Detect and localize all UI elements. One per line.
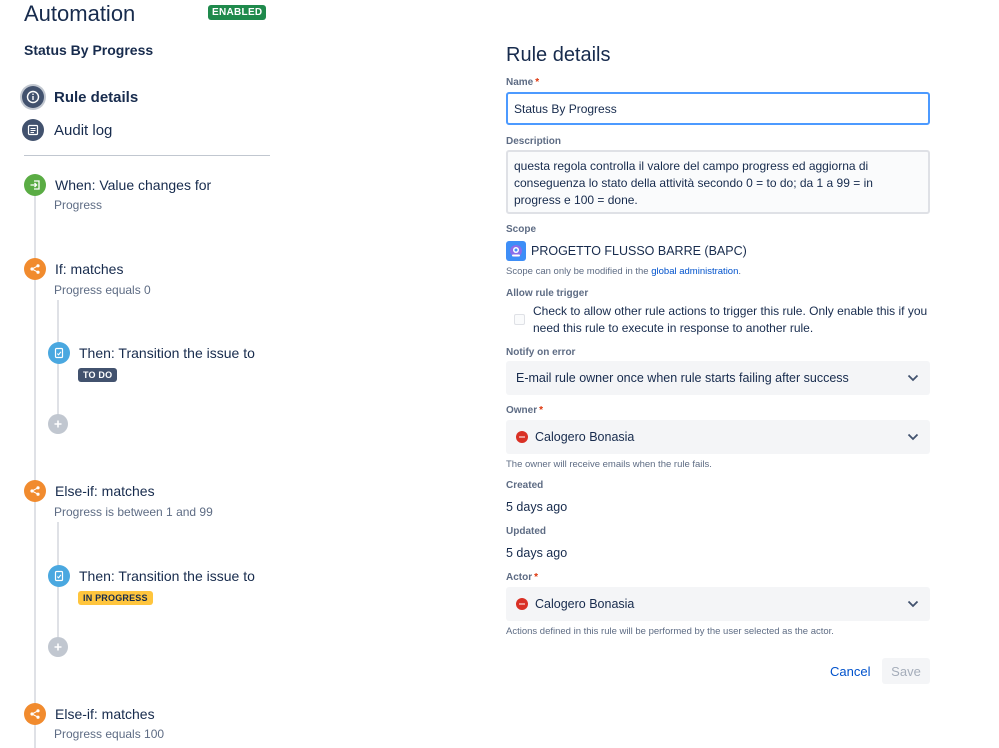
cancel-button[interactable]: Cancel [822,658,878,684]
notify-on-error-label: Notify on error [506,347,576,358]
nav-item-rule-details[interactable]: Rule details [22,85,138,109]
chevron-down-icon [906,430,920,444]
name-label: Name * [506,77,540,88]
owner-select[interactable]: Calogero Bonasia [506,420,930,454]
info-icon [22,86,44,108]
action-title[interactable]: Then: Transition the issue to [79,345,255,361]
trigger-enter-icon[interactable] [24,174,46,196]
description-label: Description [506,136,562,147]
condition-branch-icon[interactable] [24,258,46,280]
created-value: 5 days ago [506,500,568,514]
updated-label: Updated [506,526,546,537]
user-avatar [516,598,528,610]
add-action-icon[interactable] [48,637,68,657]
scope-helper-text: Scope can only be modified in the global… [506,266,742,277]
scope-label: Scope [506,224,537,235]
rule-name-input[interactable] [506,92,930,125]
nav-label: Audit log [54,121,113,139]
allow-trigger-checkbox[interactable] [514,314,525,325]
condition-branch-icon[interactable] [24,480,46,502]
condition-branch-icon[interactable] [24,703,46,725]
status-lozenge-in-progress: IN PROGRESS [78,591,153,605]
scope-project-name: PROGETTO FLUSSO BARRE (BAPC) [531,244,747,258]
status-badge: ENABLED [208,5,267,20]
trigger-subtitle: Progress [54,198,103,212]
global-administration-link[interactable]: global administration [651,266,738,277]
created-label: Created [506,480,544,491]
allow-trigger-label: Allow rule trigger [506,288,589,299]
chevron-down-icon [906,371,920,385]
app-title: Automation [24,1,136,26]
notify-selected-value: E-mail rule owner once when rule starts … [516,371,849,385]
save-button[interactable]: Save [882,658,930,684]
project-avatar-icon [506,241,526,261]
condition-title[interactable]: Else-if: matches [55,706,155,722]
user-avatar [516,431,528,443]
trigger-title[interactable]: When: Value changes for [55,177,211,193]
action-title[interactable]: Then: Transition the issue to [79,568,255,584]
condition-subtitle: Progress is between 1 and 99 [54,505,213,519]
condition-subtitle: Progress equals 0 [54,283,151,297]
transition-issue-icon[interactable] [48,565,70,587]
condition-title[interactable]: Else-if: matches [55,483,155,499]
owner-helper-text: The owner will receive emails when the r… [506,459,712,470]
actor-selected-value: Calogero Bonasia [535,597,635,611]
nav-label: Rule details [54,88,139,106]
actor-label: Actor * [506,572,539,583]
updated-value: 5 days ago [506,546,568,560]
allow-trigger-description: Check to allow other rule actions to tri… [533,304,928,335]
panel-title: Rule details [506,44,611,66]
nav-divider [24,155,270,156]
condition-title[interactable]: If: matches [55,261,123,277]
transition-issue-icon[interactable] [48,342,70,364]
rule-name-heading: Status By Progress [24,42,154,58]
actor-helper-text: Actions defined in this rule will be per… [506,626,834,637]
status-lozenge-todo: TO DO [78,368,118,382]
list-icon [22,119,44,141]
scope-value: PROGETTO FLUSSO BARRE (BAPC) [506,241,747,261]
owner-selected-value: Calogero Bonasia [535,430,635,444]
actor-select[interactable]: Calogero Bonasia [506,587,930,621]
condition-subtitle: Progress equals 100 [54,727,165,741]
nav-item-audit-log[interactable]: Audit log [22,118,112,142]
chevron-down-icon [906,597,920,611]
description-textarea[interactable]: questa regola controlla il valore del ca… [506,150,930,214]
notify-on-error-select[interactable]: E-mail rule owner once when rule starts … [506,361,930,395]
add-action-icon[interactable] [48,414,68,434]
owner-label: Owner * [506,405,544,416]
